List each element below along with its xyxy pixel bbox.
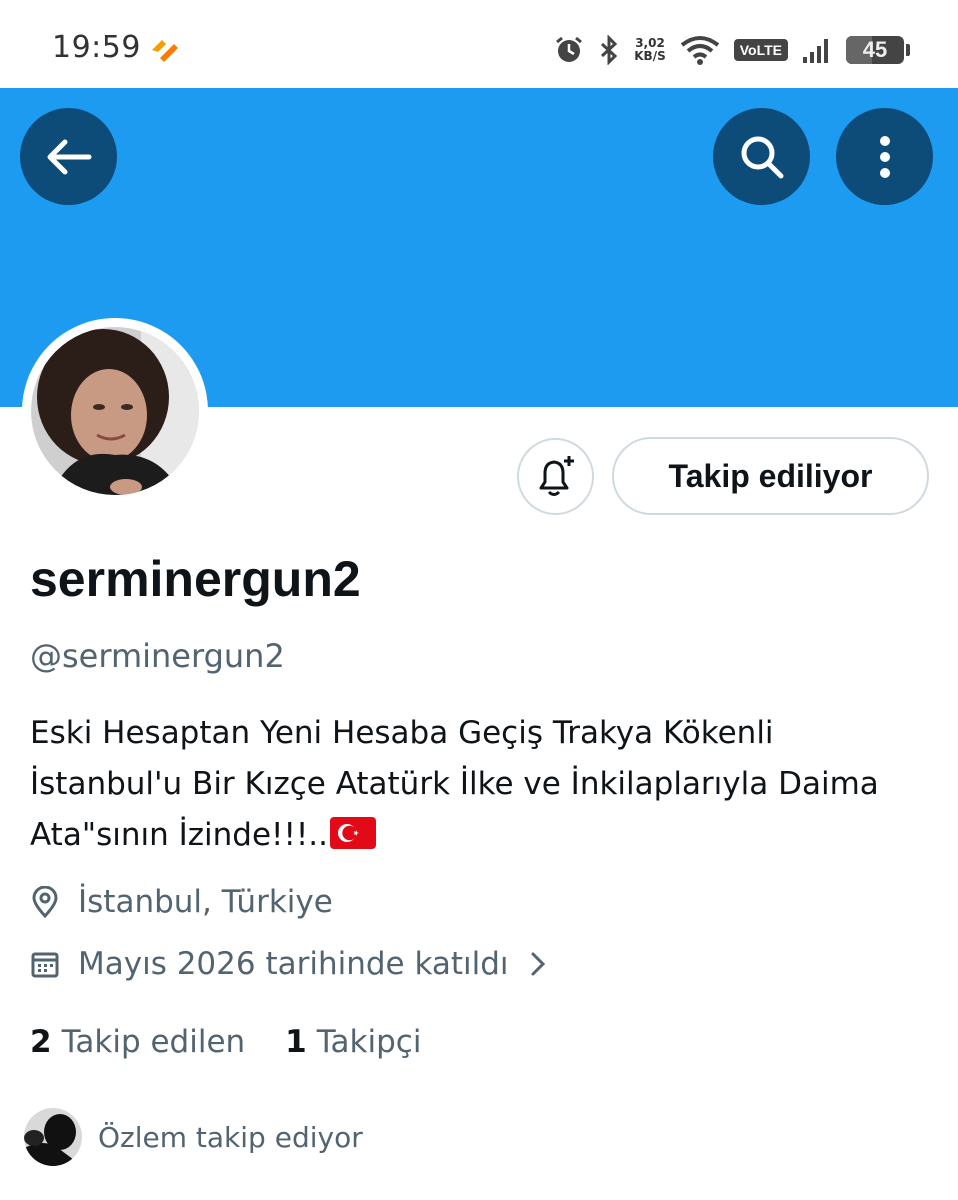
more-vertical-icon bbox=[879, 135, 890, 178]
profile-avatar[interactable] bbox=[22, 318, 208, 504]
location-text: İstanbul, Türkiye bbox=[78, 884, 333, 920]
arrow-left-icon bbox=[47, 139, 91, 174]
volte-badge: VoLTE bbox=[733, 39, 788, 61]
bluetooth-icon bbox=[601, 35, 618, 65]
bio-line: Ata"sının İzinde!!!.. bbox=[30, 817, 329, 853]
followers-count: 1 bbox=[285, 1024, 307, 1060]
bio-line: Eski Hesaptan Yeni Hesaba Geçiş Trakya K… bbox=[30, 715, 774, 751]
bio-line-last: Ata"sının İzinde!!!.. bbox=[30, 810, 940, 861]
followed-by-row[interactable]: Özlem takip ediyor bbox=[24, 1108, 363, 1166]
following-label: Takip edilen bbox=[61, 1024, 246, 1060]
search-icon bbox=[741, 136, 783, 178]
location-row: İstanbul, Türkiye bbox=[30, 884, 333, 920]
followed-by-text: Özlem takip ediyor bbox=[98, 1120, 363, 1154]
following-count: 2 bbox=[30, 1024, 52, 1060]
chevron-right-icon bbox=[531, 952, 545, 976]
battery-icon: 45 bbox=[846, 36, 904, 64]
wifi-icon bbox=[680, 36, 719, 65]
more-options-button[interactable] bbox=[836, 108, 933, 205]
alarm-icon bbox=[556, 36, 583, 62]
search-button[interactable] bbox=[713, 108, 810, 205]
follower-avatar bbox=[24, 1108, 82, 1166]
following-button[interactable]: Takip ediliyor bbox=[612, 437, 929, 515]
bell-plus-icon bbox=[539, 455, 574, 496]
back-button[interactable] bbox=[20, 108, 117, 205]
app-notification-icon bbox=[152, 40, 178, 62]
turkey-flag-icon bbox=[330, 817, 377, 849]
followers-label: Takipçi bbox=[316, 1024, 422, 1060]
user-handle: @serminergun2 bbox=[30, 637, 285, 675]
bio-line: İstanbul'u Bir Kızçe Atatürk İlke ve İnk… bbox=[30, 766, 879, 802]
display-name: serminergun2 bbox=[30, 551, 361, 607]
status-icons: 3,02 KB/S VoLTE 45 bbox=[554, 30, 910, 70]
following-stat[interactable]: 2 Takip edilen bbox=[30, 1024, 245, 1060]
net-speed: 3,02 KB/S bbox=[634, 37, 665, 63]
profile-bio: Eski Hesaptan Yeni Hesaba Geçiş Trakya K… bbox=[30, 708, 940, 861]
battery-level: 45 bbox=[862, 37, 888, 62]
calendar-icon bbox=[31, 952, 59, 978]
follow-stats: 2 Takip edilen 1 Takipçi bbox=[30, 1024, 421, 1060]
avatar-image bbox=[31, 327, 199, 495]
followers-stat[interactable]: 1 Takipçi bbox=[285, 1024, 421, 1060]
net-speed-unit: KB/S bbox=[634, 49, 666, 63]
signal-icon bbox=[803, 39, 828, 63]
joined-row[interactable]: Mayıs 2026 tarihinde katıldı bbox=[30, 946, 549, 982]
location-pin-icon bbox=[32, 886, 58, 918]
notify-button[interactable] bbox=[517, 438, 594, 515]
battery-tip bbox=[906, 44, 910, 56]
joined-text: Mayıs 2026 tarihinde katıldı bbox=[78, 946, 509, 982]
status-bar: 19:59 3,02 KB/S VoLTE 45 bbox=[0, 0, 958, 88]
status-time: 19:59 bbox=[52, 30, 141, 65]
